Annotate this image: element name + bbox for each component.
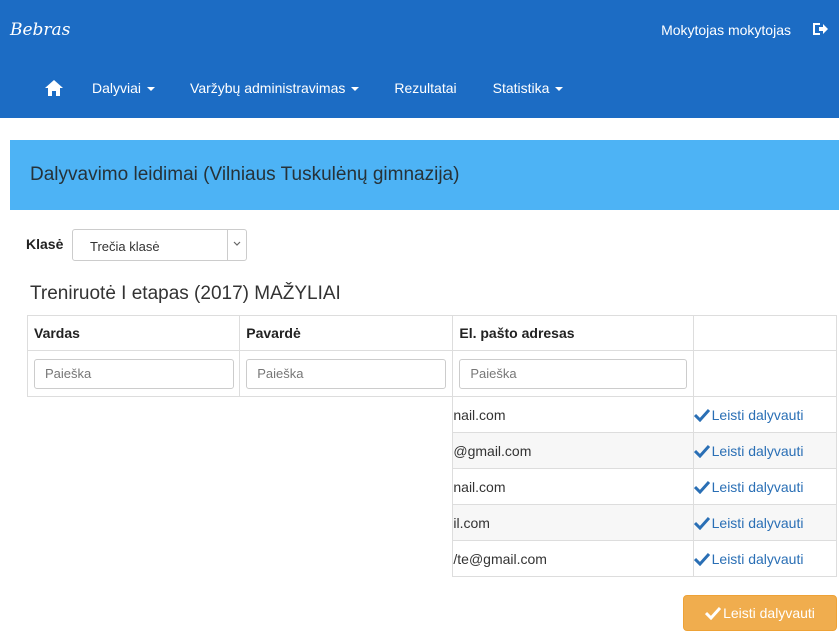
- check-icon: [693, 444, 710, 458]
- col-header-last-name[interactable]: Pavardė: [239, 315, 454, 351]
- filter-cell: [692, 350, 838, 397]
- row-name-cell: [27, 396, 453, 433]
- chevron-down-icon: [233, 241, 241, 246]
- allow-participation-button[interactable]: Leisti dalyvauti: [683, 595, 837, 631]
- allow-participation-button-label: Leisti dalyvauti: [723, 605, 815, 621]
- allow-link-label: Leisti dalyvauti: [711, 406, 804, 423]
- last-name-search-input[interactable]: [246, 358, 447, 389]
- row-name-cell: [27, 504, 453, 541]
- nav-participants[interactable]: Dalyviai: [92, 80, 156, 96]
- first-name-search-input[interactable]: [34, 358, 234, 389]
- allow-link-label: Leisti dalyvauti: [711, 514, 804, 531]
- participants-table: Vardas Pavardė El. pašto adresas nail.co…: [26, 315, 838, 577]
- table-row: /te@gmail.com Leisti dalyvauti: [27, 540, 838, 577]
- nav-results-label: Rezultatai: [394, 80, 457, 96]
- check-icon: [693, 516, 710, 530]
- check-icon: [705, 606, 722, 620]
- nav-statistics[interactable]: Statistika: [493, 80, 564, 96]
- allow-link[interactable]: Leisti dalyvauti: [692, 540, 838, 577]
- check-icon: [693, 552, 710, 566]
- col-header-first-name[interactable]: Vardas: [26, 315, 241, 351]
- top-navbar: Bebras Mokytojas mokytojas Dalyviai Varž…: [0, 0, 839, 118]
- logout-icon[interactable]: [811, 20, 829, 38]
- page-heading-panel: Dalyvavimo leidimai (Vilniaus Tuskulėnų …: [10, 140, 839, 210]
- caret-down-icon: [351, 87, 360, 91]
- class-select-value: Trečia klasė: [90, 239, 160, 254]
- row-email: nail.com: [452, 396, 694, 433]
- nav-admin-label: Varžybų administravimas: [190, 80, 346, 96]
- nav-results[interactable]: Rezultatai: [394, 80, 456, 96]
- row-name-cell: [27, 540, 453, 577]
- nav-competition-admin[interactable]: Varžybų administravimas: [190, 80, 360, 96]
- class-label: Klasė: [26, 236, 64, 252]
- allow-link-label: Leisti dalyvauti: [711, 550, 804, 567]
- allow-link[interactable]: Leisti dalyvauti: [692, 468, 838, 505]
- caret-down-icon: [147, 87, 156, 91]
- row-email: il.com: [452, 504, 694, 541]
- user-name[interactable]: Mokytojas mokytojas: [661, 22, 791, 38]
- filter-cell: [239, 350, 454, 397]
- filter-cell: [26, 350, 241, 397]
- home-icon[interactable]: [44, 79, 64, 97]
- col-header-email[interactable]: El. pašto adresas: [452, 315, 694, 351]
- allow-link-label: Leisti dalyvauti: [711, 478, 804, 495]
- allow-link-label: Leisti dalyvauti: [711, 442, 804, 459]
- row-email: @gmail.com: [452, 432, 694, 469]
- table-row: il.com Leisti dalyvauti: [27, 504, 838, 541]
- page-title: Dalyvavimo leidimai (Vilniaus Tuskulėnų …: [30, 164, 460, 185]
- nav-statistics-label: Statistika: [492, 80, 550, 96]
- col-header-action: [692, 315, 838, 351]
- allow-link[interactable]: Leisti dalyvauti: [692, 396, 838, 433]
- row-email: nail.com: [452, 468, 694, 505]
- check-icon: [693, 480, 710, 494]
- stage-title: Treniruotė I etapas (2017) MAŽYLIAI: [30, 283, 341, 304]
- nav-participants-label: Dalyviai: [92, 80, 142, 96]
- allow-link[interactable]: Leisti dalyvauti: [692, 504, 838, 541]
- main-nav: Dalyviai Varžybų administravimas Rezulta…: [0, 70, 564, 106]
- caret-down-icon: [555, 87, 564, 91]
- row-email: /te@gmail.com: [452, 540, 694, 577]
- check-icon: [693, 408, 710, 422]
- filter-cell: [452, 350, 694, 397]
- row-name-cell: [27, 432, 453, 469]
- table-row: nail.com Leisti dalyvauti: [27, 396, 838, 433]
- select-toggle[interactable]: [227, 230, 246, 260]
- brand-logo[interactable]: Bebras: [10, 20, 70, 40]
- table-row: @gmail.com Leisti dalyvauti: [27, 432, 838, 469]
- allow-link[interactable]: Leisti dalyvauti: [692, 432, 838, 469]
- class-select[interactable]: Trečia klasė: [72, 229, 247, 261]
- email-search-input[interactable]: [459, 358, 688, 389]
- row-name-cell: [27, 468, 453, 505]
- table-row: nail.com Leisti dalyvauti: [27, 468, 838, 505]
